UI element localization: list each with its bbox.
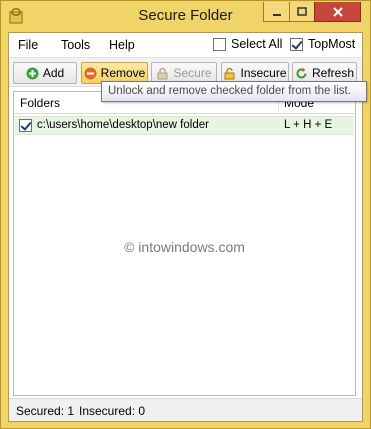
menu-help[interactable]: Help (109, 38, 135, 52)
folder-path: c:\users\home\desktop\new folder (37, 119, 209, 131)
remove-icon (84, 67, 97, 79)
secure-label: Secure (173, 66, 212, 80)
menu-tools[interactable]: Tools (61, 38, 90, 52)
close-button[interactable] (314, 2, 361, 22)
list-item[interactable]: c:\users\home\desktop\new folder L + H +… (15, 116, 354, 135)
maximize-button[interactable] (289, 2, 315, 22)
refresh-label: Refresh (311, 66, 355, 80)
select-all-label: Select All (231, 37, 283, 51)
column-header-folders[interactable]: Folders (20, 96, 60, 110)
topmost-label: TopMost (308, 37, 356, 51)
watermark-text: © intowindows.com (124, 239, 245, 255)
minimize-button[interactable] (263, 2, 290, 22)
insecure-label: Insecure (240, 66, 287, 80)
remove-label: Remove (100, 66, 146, 80)
menu-bar: File Tools Help Select All TopMost (9, 33, 362, 57)
row-checkbox[interactable] (19, 119, 32, 132)
menu-file[interactable]: File (18, 38, 38, 52)
maximize-icon (297, 6, 307, 16)
topmost-box[interactable] (290, 37, 303, 51)
status-secured: Secured: 1 (16, 404, 75, 418)
select-all-box[interactable] (213, 37, 226, 51)
lock-icon (157, 67, 168, 79)
add-icon (26, 67, 39, 79)
add-label: Add (42, 66, 65, 80)
refresh-icon (296, 67, 307, 78)
status-insecured: Insecured: 0 (79, 404, 146, 418)
status-bar: Secured: 1 Insecured: 0 (9, 398, 362, 421)
app-window: Secure Folder File Tools Help Select All… (0, 0, 371, 429)
folder-mode: L + H + E (284, 119, 333, 131)
add-button[interactable]: Add (13, 62, 77, 84)
folder-list[interactable]: Folders Mode c:\users\home\desktop\new f… (13, 91, 356, 396)
close-icon (332, 6, 343, 17)
topmost-checkbox[interactable]: TopMost (290, 37, 355, 51)
minimize-icon (272, 13, 281, 16)
title-bar[interactable]: Secure Folder (1, 1, 370, 32)
tooltip: Unlock and remove checked folder from th… (101, 81, 367, 102)
select-all-checkbox[interactable]: Select All (213, 37, 282, 51)
unlock-icon (224, 67, 235, 79)
